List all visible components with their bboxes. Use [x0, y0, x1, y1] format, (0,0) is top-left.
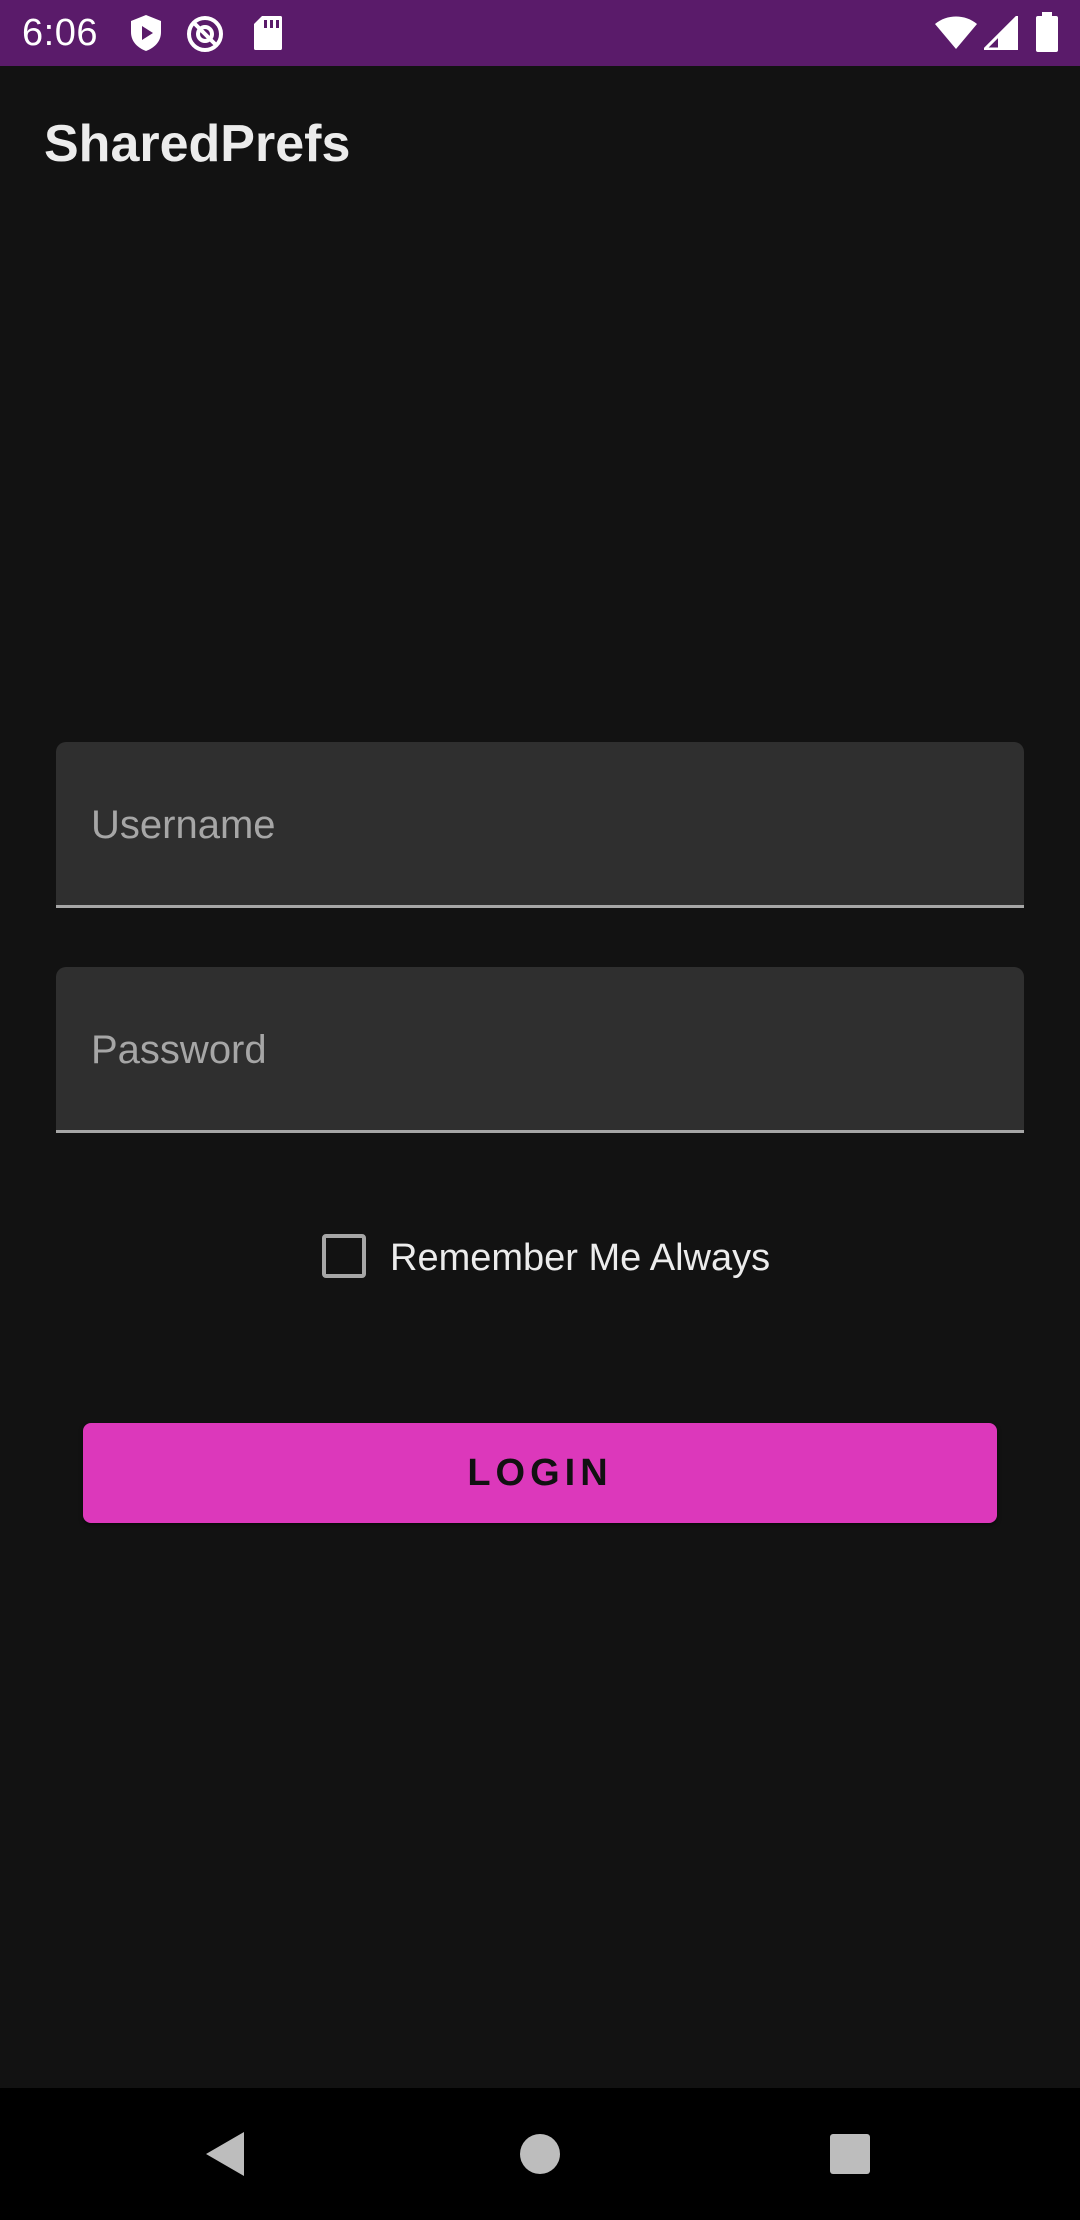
remember-me-row[interactable]: Remember Me Always: [320, 1230, 800, 1290]
password-input[interactable]: [89, 1017, 993, 1083]
username-input[interactable]: [89, 792, 993, 858]
remember-me-checkbox[interactable]: [322, 1234, 366, 1278]
cell-signal-icon: [981, 13, 1019, 55]
at-sign-icon: [185, 14, 225, 59]
shield-play-icon: [128, 14, 164, 57]
home-icon[interactable]: [510, 2124, 570, 2184]
back-icon[interactable]: [196, 2124, 256, 2184]
app-bar: SharedPrefs: [0, 66, 1080, 226]
login-button[interactable]: LOGIN: [83, 1423, 997, 1523]
status-bar: 6:06: [0, 0, 1080, 66]
recents-icon[interactable]: [820, 2124, 880, 2184]
wifi-icon: [934, 16, 978, 55]
remember-me-label[interactable]: Remember Me Always: [390, 1234, 770, 1282]
navigation-bar: [0, 2088, 1080, 2220]
password-field[interactable]: [56, 967, 1024, 1133]
username-field[interactable]: [56, 742, 1024, 908]
sd-card-icon: [252, 14, 284, 57]
battery-icon: [1036, 12, 1058, 57]
app-title: SharedPrefs: [44, 115, 351, 173]
status-time: 6:06: [22, 12, 98, 54]
